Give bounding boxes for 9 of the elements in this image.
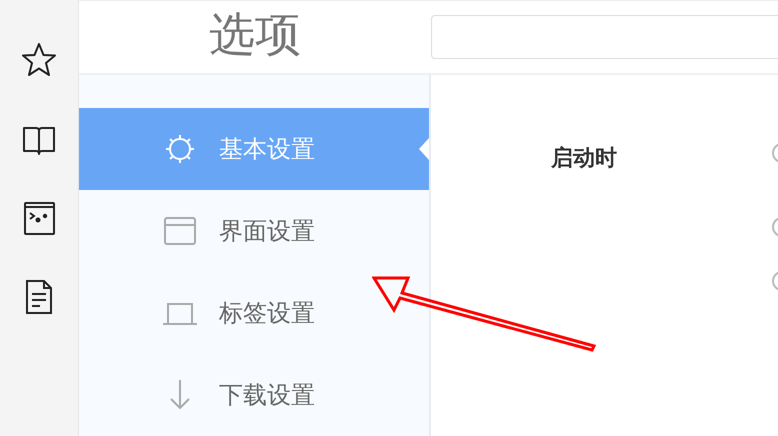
search-field[interactable] [431,15,778,59]
sidebar-item[interactable]: 下载设置 [79,354,429,436]
sidebar-item[interactable]: 界面设置 [79,190,429,272]
star-icon[interactable] [20,41,58,79]
page-title: 选项 [208,6,302,63]
sidebar-item[interactable]: 标签设置 [79,272,429,354]
window-icon [163,214,197,248]
gear-icon [163,132,197,166]
setting-label: 启动时 [551,145,617,173]
